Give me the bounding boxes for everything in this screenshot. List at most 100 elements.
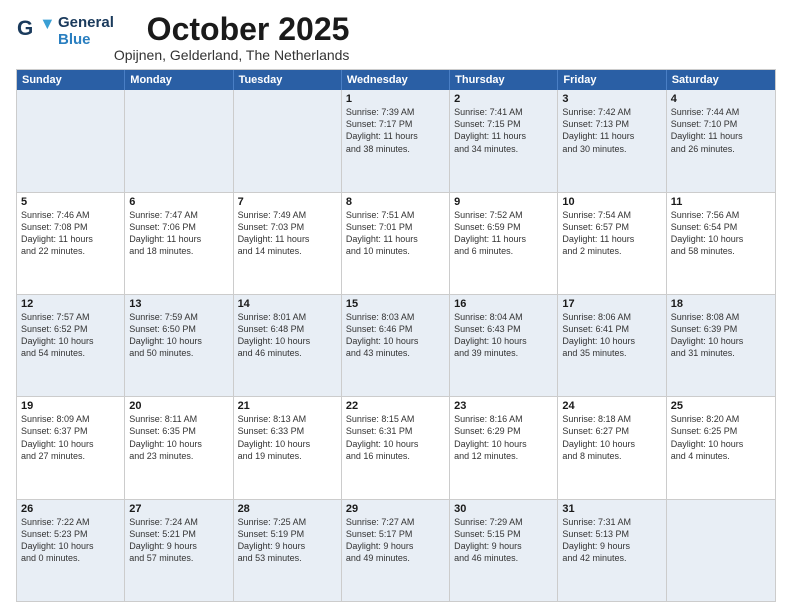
cell-info: Sunrise: 7:59 AM Sunset: 6:50 PM Dayligh… [129, 311, 228, 360]
day-number: 27 [129, 503, 228, 515]
cell-info: Sunrise: 7:22 AM Sunset: 5:23 PM Dayligh… [21, 516, 120, 565]
day-number: 26 [21, 503, 120, 515]
day-number: 25 [671, 400, 771, 412]
subtitle: Opijnen, Gelderland, The Netherlands [114, 47, 350, 63]
cal-cell-0-4: 2Sunrise: 7:41 AM Sunset: 7:15 PM Daylig… [450, 90, 558, 191]
day-number: 22 [346, 400, 445, 412]
svg-text:G: G [17, 17, 33, 40]
day-number: 24 [562, 400, 661, 412]
cal-cell-3-5: 24Sunrise: 8:18 AM Sunset: 6:27 PM Dayli… [558, 397, 666, 498]
day-number: 20 [129, 400, 228, 412]
cal-cell-3-6: 25Sunrise: 8:20 AM Sunset: 6:25 PM Dayli… [667, 397, 775, 498]
cal-row-4: 26Sunrise: 7:22 AM Sunset: 5:23 PM Dayli… [17, 499, 775, 601]
day-number: 23 [454, 400, 553, 412]
day-number: 14 [238, 298, 337, 310]
logo: G General Blue [16, 12, 114, 50]
cell-info: Sunrise: 8:16 AM Sunset: 6:29 PM Dayligh… [454, 413, 553, 462]
cell-info: Sunrise: 8:20 AM Sunset: 6:25 PM Dayligh… [671, 413, 771, 462]
day-number: 31 [562, 503, 661, 515]
calendar-header: Sunday Monday Tuesday Wednesday Thursday… [17, 70, 775, 90]
cal-cell-0-2 [234, 90, 342, 191]
cal-cell-2-0: 12Sunrise: 7:57 AM Sunset: 6:52 PM Dayli… [17, 295, 125, 396]
cal-cell-2-5: 17Sunrise: 8:06 AM Sunset: 6:41 PM Dayli… [558, 295, 666, 396]
day-number: 6 [129, 196, 228, 208]
page: G General Blue October 2025 Opijnen, Gel… [0, 0, 792, 612]
cal-cell-2-6: 18Sunrise: 8:08 AM Sunset: 6:39 PM Dayli… [667, 295, 775, 396]
cal-cell-4-1: 27Sunrise: 7:24 AM Sunset: 5:21 PM Dayli… [125, 500, 233, 601]
cell-info: Sunrise: 7:24 AM Sunset: 5:21 PM Dayligh… [129, 516, 228, 565]
day-number: 15 [346, 298, 445, 310]
cal-cell-0-1 [125, 90, 233, 191]
cal-cell-3-1: 20Sunrise: 8:11 AM Sunset: 6:35 PM Dayli… [125, 397, 233, 498]
cell-info: Sunrise: 7:41 AM Sunset: 7:15 PM Dayligh… [454, 106, 553, 155]
cal-row-3: 19Sunrise: 8:09 AM Sunset: 6:37 PM Dayli… [17, 396, 775, 498]
cell-info: Sunrise: 8:11 AM Sunset: 6:35 PM Dayligh… [129, 413, 228, 462]
cell-info: Sunrise: 8:04 AM Sunset: 6:43 PM Dayligh… [454, 311, 553, 360]
cal-cell-3-2: 21Sunrise: 8:13 AM Sunset: 6:33 PM Dayli… [234, 397, 342, 498]
cell-info: Sunrise: 8:03 AM Sunset: 6:46 PM Dayligh… [346, 311, 445, 360]
cell-info: Sunrise: 8:01 AM Sunset: 6:48 PM Dayligh… [238, 311, 337, 360]
cal-cell-1-0: 5Sunrise: 7:46 AM Sunset: 7:08 PM Daylig… [17, 193, 125, 294]
day-number: 8 [346, 196, 445, 208]
cell-info: Sunrise: 7:57 AM Sunset: 6:52 PM Dayligh… [21, 311, 120, 360]
weekday-thursday: Thursday [450, 70, 558, 90]
day-number: 5 [21, 196, 120, 208]
calendar-body: 1Sunrise: 7:39 AM Sunset: 7:17 PM Daylig… [17, 90, 775, 601]
day-number: 7 [238, 196, 337, 208]
cal-cell-1-2: 7Sunrise: 7:49 AM Sunset: 7:03 PM Daylig… [234, 193, 342, 294]
weekday-tuesday: Tuesday [234, 70, 342, 90]
cal-cell-4-0: 26Sunrise: 7:22 AM Sunset: 5:23 PM Dayli… [17, 500, 125, 601]
cal-cell-0-6: 4Sunrise: 7:44 AM Sunset: 7:10 PM Daylig… [667, 90, 775, 191]
logo-general: General [58, 14, 114, 31]
cell-info: Sunrise: 7:27 AM Sunset: 5:17 PM Dayligh… [346, 516, 445, 565]
cell-info: Sunrise: 7:47 AM Sunset: 7:06 PM Dayligh… [129, 209, 228, 258]
day-number: 10 [562, 196, 661, 208]
cell-info: Sunrise: 7:44 AM Sunset: 7:10 PM Dayligh… [671, 106, 771, 155]
cal-cell-4-2: 28Sunrise: 7:25 AM Sunset: 5:19 PM Dayli… [234, 500, 342, 601]
cell-info: Sunrise: 8:18 AM Sunset: 6:27 PM Dayligh… [562, 413, 661, 462]
title-section: October 2025 Opijnen, Gelderland, The Ne… [114, 12, 350, 63]
cell-info: Sunrise: 7:39 AM Sunset: 7:17 PM Dayligh… [346, 106, 445, 155]
day-number: 29 [346, 503, 445, 515]
cell-info: Sunrise: 7:42 AM Sunset: 7:13 PM Dayligh… [562, 106, 661, 155]
cal-cell-3-4: 23Sunrise: 8:16 AM Sunset: 6:29 PM Dayli… [450, 397, 558, 498]
cal-cell-0-0 [17, 90, 125, 191]
cell-info: Sunrise: 8:08 AM Sunset: 6:39 PM Dayligh… [671, 311, 771, 360]
cell-info: Sunrise: 7:56 AM Sunset: 6:54 PM Dayligh… [671, 209, 771, 258]
cal-cell-4-4: 30Sunrise: 7:29 AM Sunset: 5:15 PM Dayli… [450, 500, 558, 601]
cell-info: Sunrise: 7:52 AM Sunset: 6:59 PM Dayligh… [454, 209, 553, 258]
logo-icon: G [16, 12, 54, 50]
month-title: October 2025 [114, 12, 350, 47]
cal-cell-0-3: 1Sunrise: 7:39 AM Sunset: 7:17 PM Daylig… [342, 90, 450, 191]
day-number: 2 [454, 93, 553, 105]
weekday-sunday: Sunday [17, 70, 125, 90]
cal-row-0: 1Sunrise: 7:39 AM Sunset: 7:17 PM Daylig… [17, 90, 775, 191]
cell-info: Sunrise: 7:25 AM Sunset: 5:19 PM Dayligh… [238, 516, 337, 565]
day-number: 4 [671, 93, 771, 105]
day-number: 18 [671, 298, 771, 310]
day-number: 13 [129, 298, 228, 310]
day-number: 9 [454, 196, 553, 208]
cal-cell-2-2: 14Sunrise: 8:01 AM Sunset: 6:48 PM Dayli… [234, 295, 342, 396]
cell-info: Sunrise: 7:54 AM Sunset: 6:57 PM Dayligh… [562, 209, 661, 258]
day-number: 1 [346, 93, 445, 105]
day-number: 3 [562, 93, 661, 105]
cell-info: Sunrise: 8:06 AM Sunset: 6:41 PM Dayligh… [562, 311, 661, 360]
logo-blue: Blue [58, 31, 91, 48]
cell-info: Sunrise: 8:15 AM Sunset: 6:31 PM Dayligh… [346, 413, 445, 462]
day-number: 21 [238, 400, 337, 412]
cal-cell-3-0: 19Sunrise: 8:09 AM Sunset: 6:37 PM Dayli… [17, 397, 125, 498]
weekday-wednesday: Wednesday [342, 70, 450, 90]
cal-cell-2-4: 16Sunrise: 8:04 AM Sunset: 6:43 PM Dayli… [450, 295, 558, 396]
cal-cell-2-3: 15Sunrise: 8:03 AM Sunset: 6:46 PM Dayli… [342, 295, 450, 396]
weekday-monday: Monday [125, 70, 233, 90]
day-number: 16 [454, 298, 553, 310]
cell-info: Sunrise: 7:46 AM Sunset: 7:08 PM Dayligh… [21, 209, 120, 258]
cal-cell-1-4: 9Sunrise: 7:52 AM Sunset: 6:59 PM Daylig… [450, 193, 558, 294]
cell-info: Sunrise: 8:09 AM Sunset: 6:37 PM Dayligh… [21, 413, 120, 462]
cal-row-2: 12Sunrise: 7:57 AM Sunset: 6:52 PM Dayli… [17, 294, 775, 396]
cal-cell-3-3: 22Sunrise: 8:15 AM Sunset: 6:31 PM Dayli… [342, 397, 450, 498]
cell-info: Sunrise: 7:49 AM Sunset: 7:03 PM Dayligh… [238, 209, 337, 258]
cell-info: Sunrise: 7:51 AM Sunset: 7:01 PM Dayligh… [346, 209, 445, 258]
cal-cell-1-6: 11Sunrise: 7:56 AM Sunset: 6:54 PM Dayli… [667, 193, 775, 294]
